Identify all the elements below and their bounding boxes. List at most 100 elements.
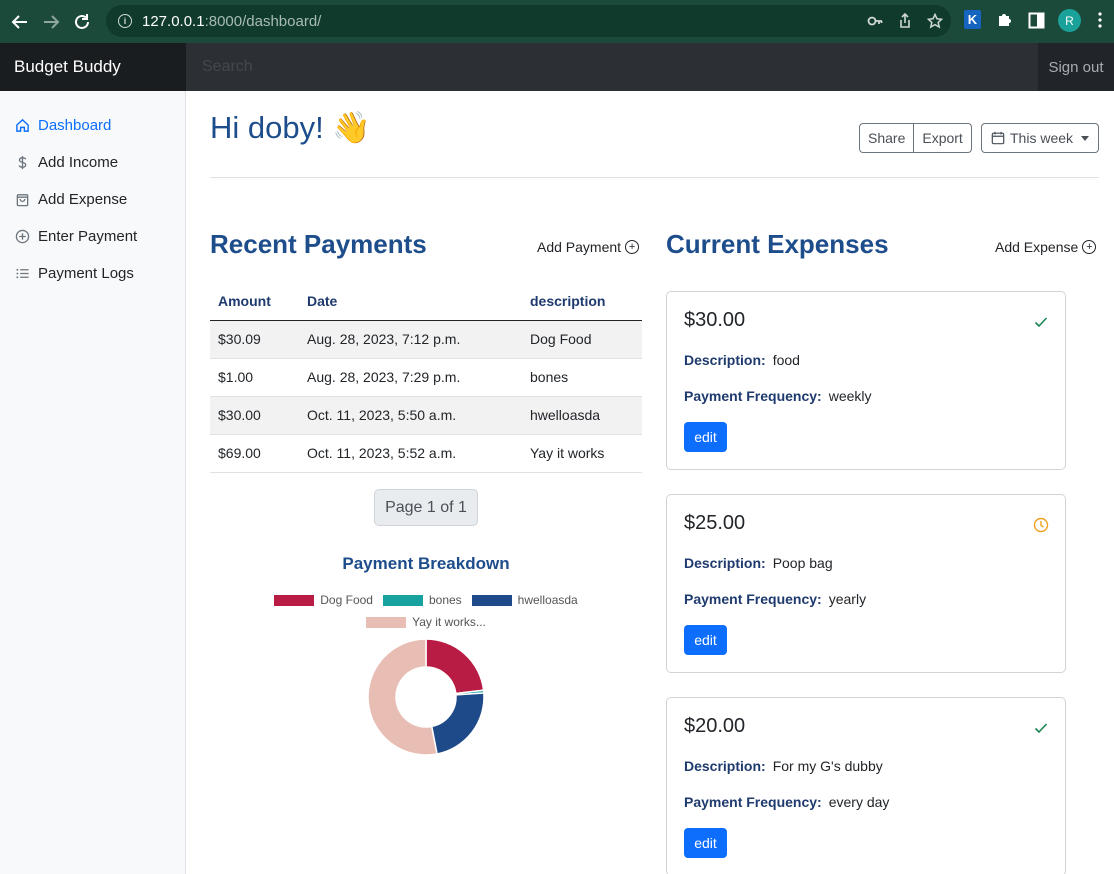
amount-cell: $69.00: [210, 434, 299, 473]
edit-button[interactable]: edit: [684, 828, 727, 858]
legend-swatch: [382, 594, 423, 606]
expense-card: $30.00 Description: food Payment Frequenc…: [666, 291, 1066, 470]
expense-frequency-row: Payment Frequency: every day: [684, 794, 1048, 810]
sidebar-item-label: Add Expense: [38, 191, 128, 208]
description-key: Description:: [684, 555, 766, 571]
payments-table: Amount Date description $30.09 Aug. 28, …: [210, 283, 642, 473]
donut-slice-yay-it-works[interactable]: [367, 638, 438, 756]
add-expense-label: Add Expense: [995, 239, 1079, 255]
expense-frequency-row: Payment Frequency: weekly: [684, 388, 1048, 404]
date-cell: Aug. 28, 2023, 7:29 p.m.: [299, 358, 522, 397]
list-icon: [14, 266, 30, 282]
frequency-value: yearly: [828, 591, 867, 607]
edit-button[interactable]: edit: [684, 625, 727, 655]
search-input[interactable]: [186, 43, 1038, 91]
brand-logo[interactable]: Budget Buddy: [0, 43, 186, 91]
add-expense-link[interactable]: Add Expense +: [995, 239, 1097, 255]
edit-button[interactable]: edit: [684, 422, 727, 452]
bag-icon: [14, 192, 30, 208]
sidebar-item-label: Add Income: [38, 154, 119, 171]
sidebar-item-payment-logs[interactable]: Payment Logs: [0, 255, 185, 292]
description-cell: Dog Food: [522, 320, 642, 359]
legend-swatch: [274, 594, 315, 606]
table-row: $30.09 Aug. 28, 2023, 7:12 p.m. Dog Food: [210, 320, 642, 359]
chart-legend: Dog Food bones hwelloasda Yay it works..…: [210, 593, 642, 637]
bookmark-star-icon[interactable]: [927, 13, 943, 29]
chart-title: Payment Breakdown: [342, 554, 510, 573]
legend-label: bones: [428, 593, 462, 607]
period-label: This week: [1010, 130, 1074, 146]
side-panel-icon[interactable]: [1028, 12, 1045, 29]
puzzle-extensions-icon[interactable]: [996, 11, 1014, 29]
extension-k-icon[interactable]: K: [964, 10, 981, 29]
legend-label: Yay it works...: [412, 615, 486, 629]
column-header: Date: [299, 283, 522, 321]
browser-toolbar: i 127.0.0.1:8000/dashboard/ K R: [0, 0, 1114, 43]
description-value: Poop bag: [772, 555, 833, 571]
url-text: 127.0.0.1:8000/dashboard/: [142, 12, 322, 30]
check-icon: [1034, 723, 1048, 734]
add-payment-link[interactable]: Add Payment +: [537, 239, 640, 255]
frequency-value: weekly: [828, 388, 872, 404]
plus-circle-icon: +: [1082, 240, 1097, 254]
donut-slice-hwelloasda[interactable]: [430, 692, 485, 755]
forward-arrow-icon[interactable]: [40, 11, 62, 33]
calendar-icon: [991, 131, 1005, 145]
sidebar-item-dashboard[interactable]: Dashboard: [0, 107, 185, 144]
sidebar-item-label: Enter Payment: [38, 228, 138, 245]
frequency-value: every day: [828, 794, 890, 810]
address-bar[interactable]: i 127.0.0.1:8000/dashboard/: [106, 5, 951, 37]
description-value: For my G's dubby: [772, 758, 883, 774]
site-info-icon[interactable]: i: [118, 14, 132, 28]
description-cell: hwelloasda: [522, 396, 642, 435]
legend-label: Dog Food: [320, 593, 373, 607]
frequency-key: Payment Frequency:: [684, 388, 822, 404]
description-key: Description:: [684, 352, 766, 368]
expense-frequency-row: Payment Frequency: yearly: [684, 591, 1048, 607]
legend-swatch: [366, 616, 407, 628]
sign-out-link[interactable]: Sign out: [1038, 43, 1114, 91]
table-header-row: Amount Date description: [210, 283, 642, 321]
legend-item[interactable]: Dog Food: [274, 593, 373, 607]
expense-card: $20.00 Description: For my G's dubby Paym…: [666, 697, 1066, 874]
sidebar-item-enter-payment[interactable]: Enter Payment: [0, 218, 185, 255]
period-dropdown[interactable]: This week: [981, 123, 1099, 153]
reload-icon[interactable]: [71, 11, 93, 33]
sidebar: Dashboard Add Income Add Expense Enter P…: [0, 91, 186, 874]
description-cell: bones: [522, 358, 642, 397]
profile-avatar[interactable]: R: [1058, 9, 1081, 32]
key-icon[interactable]: [867, 13, 883, 29]
donut-slice-dog-food[interactable]: [425, 638, 485, 695]
share-button[interactable]: Share: [860, 124, 913, 152]
app-navbar: Budget Buddy Sign out: [0, 43, 1114, 91]
column-header: Amount: [210, 283, 299, 321]
legend-item[interactable]: hwelloasda: [471, 593, 578, 607]
sidebar-item-add-income[interactable]: Add Income: [0, 144, 185, 181]
export-button[interactable]: Export: [913, 124, 970, 152]
frequency-key: Payment Frequency:: [684, 591, 822, 607]
share-icon[interactable]: [897, 13, 913, 29]
chevron-down-icon: [1081, 135, 1090, 141]
expense-description-row: Description: Poop bag: [684, 555, 1048, 571]
legend-label: hwelloasda: [517, 593, 578, 607]
expense-card: $25.00 Description: Poop bag Payment Freq…: [666, 494, 1066, 673]
menu-kebab-icon[interactable]: [1098, 12, 1102, 28]
table-row: $30.00 Oct. 11, 2023, 5:50 a.m. hwelloas…: [210, 396, 642, 435]
legend-item[interactable]: bones: [382, 593, 462, 607]
column-header: description: [522, 283, 642, 321]
plus-circle-icon: [14, 229, 30, 245]
current-expenses-title: Current Expenses: [666, 229, 889, 259]
amount-cell: $30.09: [210, 320, 299, 359]
description-cell: Yay it works: [522, 434, 642, 473]
date-cell: Aug. 28, 2023, 7:12 p.m.: [299, 320, 522, 359]
page-title: Hi doby! 👋: [210, 110, 371, 145]
sidebar-item-add-expense[interactable]: Add Expense: [0, 181, 185, 218]
date-cell: Oct. 11, 2023, 5:52 a.m.: [299, 434, 522, 473]
share-export-group: Share Export: [859, 123, 972, 153]
back-arrow-icon[interactable]: [9, 11, 31, 33]
table-row: $69.00 Oct. 11, 2023, 5:52 a.m. Yay it w…: [210, 434, 642, 473]
add-payment-label: Add Payment: [537, 239, 622, 255]
house-icon: [14, 118, 30, 134]
legend-item[interactable]: Yay it works...: [366, 615, 486, 629]
table-row: $1.00 Aug. 28, 2023, 7:29 p.m. bones: [210, 358, 642, 397]
